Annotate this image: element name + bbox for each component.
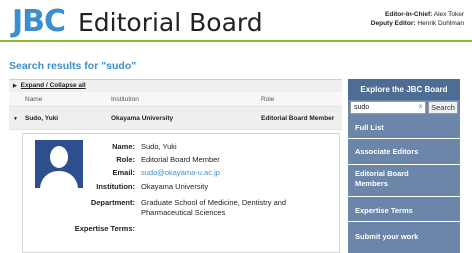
jbc-logo[interactable]: JBC xyxy=(12,4,66,40)
clear-icon[interactable]: x xyxy=(419,102,422,113)
results-table: ▶ Expand / Collapse all Name Institution… xyxy=(9,79,342,253)
search-input[interactable]: sudo x xyxy=(350,101,426,114)
search-button[interactable]: Search xyxy=(428,101,458,114)
triangle-down-icon[interactable]: ▼ xyxy=(13,116,18,122)
header-divider xyxy=(0,40,472,42)
expand-collapse-bar[interactable]: ▶ Expand / Collapse all xyxy=(9,80,342,92)
sidebar-item-submit-your-work[interactable]: Submit your work xyxy=(348,222,460,249)
deputy-editor-name: Henrik Dohlman xyxy=(417,20,464,27)
sidebar-item-expertise-terms[interactable]: Expertise Terms xyxy=(348,197,460,222)
table-row[interactable]: ▼ Sudo, Yuki Okayama University Editoria… xyxy=(9,107,342,130)
row-role: Editorial Board Member xyxy=(261,115,335,122)
page-title: Editorial Board xyxy=(78,8,263,37)
sidebar-title: Explore the JBC Board xyxy=(348,79,460,100)
site-header: JBC Editorial Board Editor-In-Chief: Ale… xyxy=(0,0,472,46)
triangle-right-icon: ▶ xyxy=(13,83,17,89)
explore-sidebar: Explore the JBC Board sudo x Search Full… xyxy=(348,79,460,253)
column-header-institution: Institution xyxy=(111,96,139,103)
column-header-role: Role xyxy=(261,96,275,103)
table-header: Name Institution Role xyxy=(9,92,342,107)
search-results-heading: Search results for "sudo" xyxy=(9,60,137,72)
sidebar-item-associate-editors[interactable]: Associate Editors xyxy=(348,139,460,165)
expand-collapse-link[interactable]: Expand / Collapse all xyxy=(21,82,86,89)
member-detail-panel: Name: Sudo, Yuki Role: Editorial Board M… xyxy=(22,133,340,253)
editors-info: Editor-In-Chief: Alex Toker Deputy Edito… xyxy=(371,10,464,28)
email-link[interactable]: sudo@okayama-u.ac.jp xyxy=(141,168,321,178)
editor-in-chief-label: Editor-In-Chief: xyxy=(385,11,433,18)
sidebar-item-editorial-board-members[interactable]: Editorial Board Members xyxy=(348,165,460,197)
editor-in-chief-name: Alex Toker xyxy=(433,11,464,18)
row-institution: Okayama University xyxy=(111,115,174,122)
deputy-editor-label: Deputy Editor: xyxy=(370,20,416,27)
column-header-name: Name xyxy=(25,96,43,103)
row-name: Sudo, Yuki xyxy=(25,115,59,122)
sidebar-item-full-list[interactable]: Full List xyxy=(348,118,460,139)
